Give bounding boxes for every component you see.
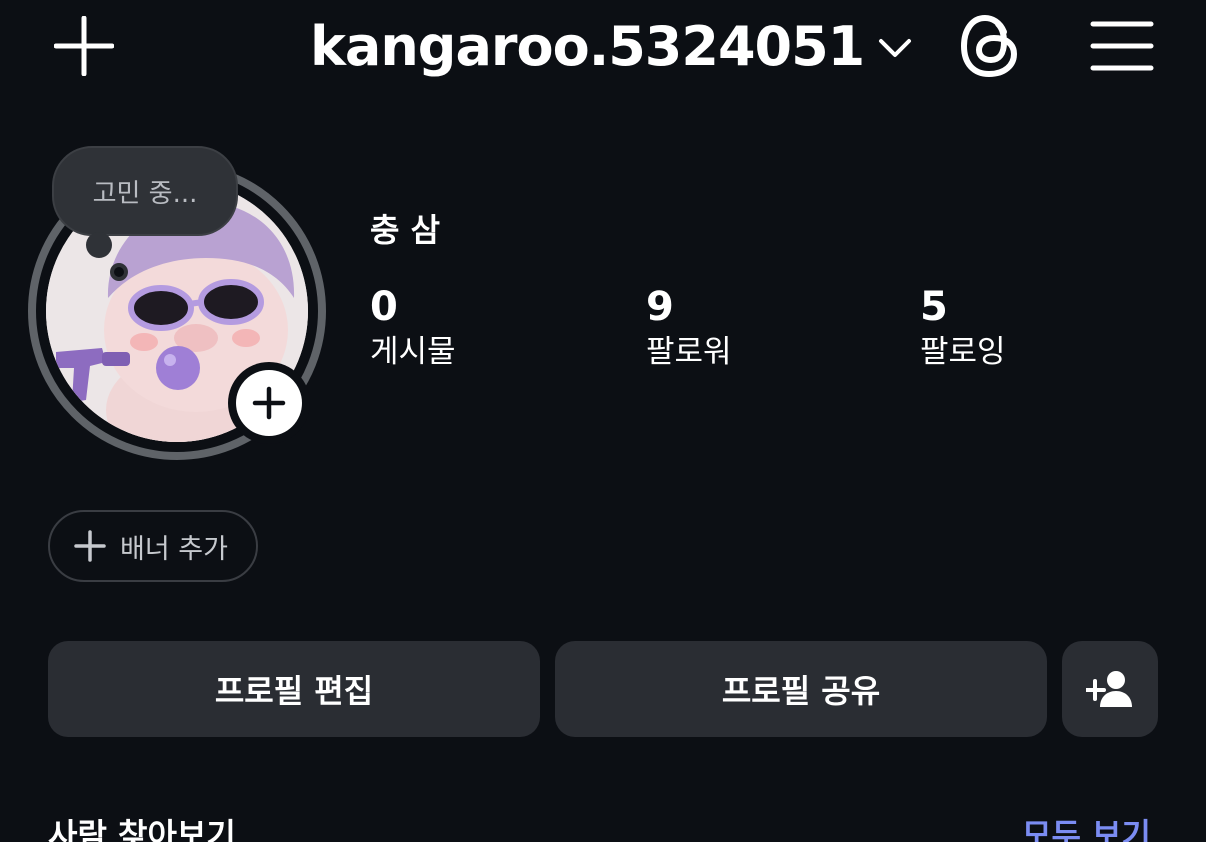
note-bubble-tail [86, 232, 112, 258]
add-banner-label: 배너 추가 [120, 533, 228, 565]
menu-button[interactable] [1090, 20, 1154, 72]
profile-screen: kangaroo.5324051 고민 중... 충 삼 0 게시물 9 팔로워… [0, 0, 1206, 842]
stat-followers-label: 팔로워 [646, 334, 732, 370]
stat-followers-count: 9 [646, 284, 674, 330]
add-banner-button[interactable]: 배너 추가 [48, 510, 258, 582]
stat-posts[interactable]: 0 게시물 [370, 284, 456, 374]
stat-following-label: 팔로잉 [920, 334, 1006, 370]
share-profile-label: 프로필 공유 [721, 672, 881, 710]
edit-profile-button[interactable]: 프로필 편집 [48, 641, 540, 737]
add-person-icon [1086, 671, 1132, 707]
hamburger-menu-icon [1090, 21, 1154, 71]
stat-followers[interactable]: 9 팔로워 [646, 284, 732, 374]
username: kangaroo.5324051 [310, 14, 865, 78]
discover-people-title: 사람 찾아보기 [48, 816, 236, 842]
plus-icon [252, 386, 286, 420]
threads-button[interactable] [958, 12, 1022, 80]
chevron-down-icon [879, 39, 912, 57]
stat-following-count: 5 [920, 284, 948, 330]
plus-icon [54, 16, 114, 76]
stat-following[interactable]: 5 팔로잉 [920, 284, 1006, 374]
note-bubble[interactable]: 고민 중... [52, 146, 238, 236]
create-button[interactable] [54, 16, 114, 76]
edit-profile-label: 프로필 편집 [214, 672, 374, 710]
stat-posts-count: 0 [370, 284, 398, 330]
note-text: 고민 중... [92, 178, 198, 209]
stat-posts-label: 게시물 [370, 334, 456, 370]
plus-icon [74, 530, 106, 562]
add-story-button[interactable] [228, 362, 310, 444]
share-profile-button[interactable]: 프로필 공유 [555, 641, 1047, 737]
add-story-badge [236, 370, 302, 436]
discover-people-button[interactable] [1062, 641, 1158, 737]
display-name: 충 삼 [370, 211, 441, 249]
threads-icon [961, 15, 1017, 77]
account-switcher[interactable]: kangaroo.5324051 [310, 14, 912, 78]
see-all-link[interactable]: 모두 보기 [1022, 810, 1151, 842]
note-bubble-dot [110, 263, 128, 281]
